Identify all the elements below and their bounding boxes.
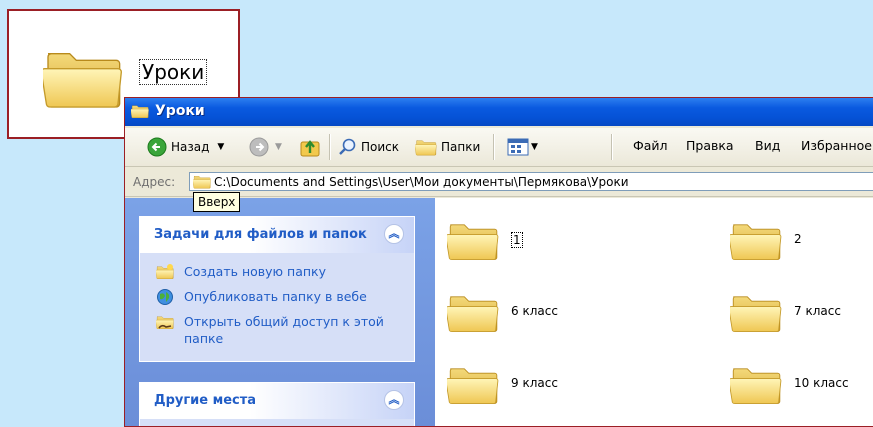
dropdown-arrow-icon[interactable]: ▼ — [217, 142, 224, 152]
task-publish-web-label: Опубликовать папку в вебе — [184, 289, 367, 304]
folder-icon — [415, 138, 437, 156]
folder-label: 2 — [794, 232, 802, 246]
menu-edit[interactable]: Правка — [686, 138, 734, 153]
dropdown-arrow-icon[interactable]: ▼ — [275, 142, 282, 152]
folder-icon — [447, 214, 499, 266]
folder-item[interactable]: 6 класс — [447, 286, 707, 346]
views-button[interactable]: ▼ — [507, 136, 538, 158]
dropdown-arrow-icon[interactable]: ▼ — [531, 142, 538, 152]
folders-button[interactable]: Папки — [415, 136, 480, 158]
folder-icon — [730, 286, 782, 338]
new-folder-icon — [156, 264, 174, 281]
folder-icon — [730, 214, 782, 266]
folder-icon — [447, 286, 499, 338]
back-button[interactable]: Назад ▼ — [147, 136, 224, 158]
task-share-folder[interactable]: Открыть общий доступ к этой папке — [140, 313, 414, 347]
search-icon — [339, 138, 356, 155]
other-places-title: Другие места — [154, 393, 257, 408]
title-bar[interactable]: Уроки — [125, 98, 873, 126]
folder-icon — [43, 37, 123, 117]
globe-icon — [157, 289, 173, 305]
menu-favorites[interactable]: Избранное — [801, 138, 872, 153]
folder-label: 10 класс — [794, 376, 849, 390]
folder-item[interactable]: 2 — [730, 214, 873, 274]
menu-file[interactable]: Файл — [633, 138, 668, 153]
forward-arrow-icon — [249, 137, 269, 157]
task-new-folder-label: Создать новую папку — [184, 264, 326, 279]
search-button[interactable]: Поиск — [337, 136, 399, 158]
window-title: Уроки — [155, 103, 205, 119]
task-publish-web[interactable]: Опубликовать папку в вебе — [140, 288, 414, 305]
explorer-window: Уроки Назад ▼ ▼ Поиск Папки ▼ Файл Правк… — [124, 97, 873, 427]
folder-icon — [730, 358, 782, 410]
toolbar: Назад ▼ ▼ Поиск Папки ▼ Файл Правка Вид … — [125, 128, 873, 167]
toolbar-separator — [329, 134, 331, 160]
share-folder-icon — [156, 313, 174, 331]
task-new-folder[interactable]: Создать новую папку — [140, 263, 414, 280]
toolbar-separator — [493, 134, 495, 160]
folder-view: 1 2 6 класс 7 класс 9 класс 10 класс — [435, 198, 873, 426]
address-path: C:\Documents and Settings\User\Мои докум… — [214, 175, 629, 189]
up-tooltip: Вверх — [193, 192, 241, 212]
folder-item[interactable]: 10 класс — [730, 358, 873, 418]
callout-folder-label: Уроки — [139, 59, 208, 85]
menu-view[interactable]: Вид — [755, 138, 780, 153]
file-tasks-panel: Задачи для файлов и папок ︽ Создать нову… — [139, 216, 415, 362]
file-tasks-title: Задачи для файлов и папок — [154, 227, 367, 242]
folder-label: 1 — [511, 232, 523, 248]
views-icon — [507, 138, 529, 156]
task-pane: Задачи для файлов и папок ︽ Создать нову… — [125, 198, 435, 426]
other-places-header[interactable]: Другие места ︽ — [140, 383, 414, 419]
address-field[interactable]: C:\Documents and Settings\User\Мои докум… — [189, 172, 873, 191]
other-places-panel: Другие места ︽ — [139, 382, 415, 426]
folder-label: 9 класс — [511, 376, 558, 390]
folder-icon — [193, 174, 211, 189]
up-button[interactable] — [299, 136, 321, 158]
folder-label: 7 класс — [794, 304, 841, 318]
file-tasks-header[interactable]: Задачи для файлов и папок ︽ — [140, 217, 414, 253]
search-label: Поиск — [361, 140, 400, 154]
folder-item[interactable]: 7 класс — [730, 286, 873, 346]
toolbar-separator — [611, 134, 613, 160]
forward-button[interactable]: ▼ — [249, 136, 282, 158]
collapse-icon[interactable]: ︽ — [384, 224, 404, 244]
folders-label: Папки — [441, 140, 481, 154]
collapse-icon[interactable]: ︽ — [384, 390, 404, 410]
folder-icon — [447, 358, 499, 410]
back-label: Назад — [171, 140, 210, 154]
folder-item[interactable]: 1 — [447, 214, 707, 274]
task-share-folder-label: Открыть общий доступ к этой папке — [184, 314, 384, 346]
folder-item[interactable]: 9 класс — [447, 358, 707, 418]
back-arrow-icon — [147, 137, 167, 157]
folder-label: 6 класс — [511, 304, 558, 318]
up-folder-icon — [300, 140, 320, 157]
address-label: Адрес: — [133, 175, 176, 189]
folder-icon — [131, 103, 149, 119]
